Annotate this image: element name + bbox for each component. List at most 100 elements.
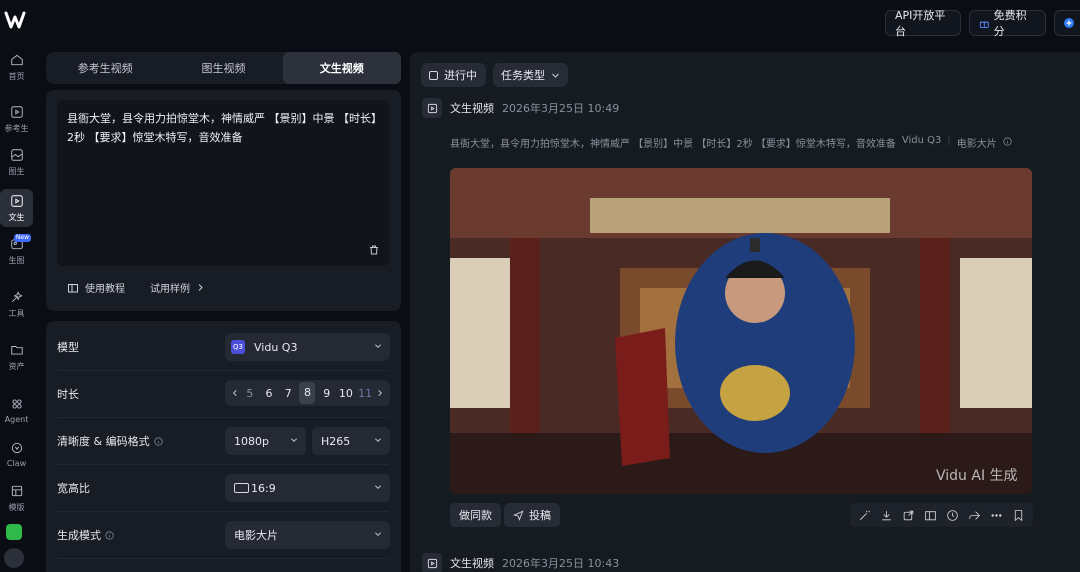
- divider: [57, 464, 389, 465]
- task-type-filter[interactable]: 任务类型: [493, 63, 568, 87]
- nav-image-video[interactable]: 图生: [0, 143, 33, 181]
- nav-label: Claw: [6, 458, 27, 468]
- nav-claw[interactable]: Claw: [0, 435, 33, 473]
- examples-label: 试用样例: [150, 284, 190, 295]
- tutorial-link[interactable]: 使用教程: [67, 280, 125, 295]
- nav-label: Agent: [4, 414, 29, 424]
- task-model: Vidu Q3: [901, 135, 942, 146]
- book-icon: [68, 283, 78, 292]
- nav-assets[interactable]: 资产: [0, 338, 33, 376]
- status-label: 进行中: [444, 69, 477, 82]
- forward-icon[interactable]: [968, 509, 981, 522]
- vidu-logo[interactable]: [3, 8, 27, 32]
- ratio-select[interactable]: 16:9: [225, 474, 390, 502]
- nav-label: 工具: [8, 308, 25, 318]
- left-rail: 首页 参考生 图生 文生 New 生图 工具 资产 Agent Claw 模版: [0, 0, 36, 572]
- task-header: 文生视频 2026年3月25日 10:43: [422, 553, 619, 572]
- mode-label: 生成模式: [57, 529, 101, 542]
- divider: [57, 417, 389, 418]
- tab-reference-video[interactable]: 参考生视频: [46, 52, 164, 84]
- mode-select[interactable]: 电影大片: [225, 521, 390, 549]
- bookmark-icon[interactable]: [1012, 509, 1025, 522]
- duration-option[interactable]: 9: [319, 387, 335, 400]
- nav-label: 图生: [8, 166, 25, 176]
- duration-stepper[interactable]: 5 6 7 8 9 10 11: [225, 380, 390, 406]
- prompt-text: 县衙大堂，县令用力拍惊堂木，神情威严 【景别】中景 【时长】2秒 【要求】惊堂木…: [67, 112, 377, 144]
- nav-label: 资产: [8, 361, 25, 371]
- template-icon: [11, 485, 22, 496]
- folder-icon: [10, 345, 23, 355]
- avatar[interactable]: [4, 548, 24, 568]
- info-icon[interactable]: [153, 436, 163, 446]
- chevron-down-icon: [552, 73, 559, 78]
- agent-icon: [11, 398, 22, 409]
- text-video-icon: [422, 553, 442, 572]
- duration-option[interactable]: 7: [280, 387, 296, 400]
- codec-value: H265: [321, 434, 351, 448]
- task-title: 文生视频: [450, 102, 494, 115]
- text-video-icon: [10, 194, 23, 207]
- task-prompt: 县衙大堂，县令用力拍惊堂木，神情威严 【景别】中景 【时长】2秒 【要求】惊堂木…: [450, 139, 896, 150]
- wechat-icon[interactable]: [6, 524, 22, 540]
- chevron-left-icon[interactable]: [231, 389, 239, 397]
- tutorial-label: 使用教程: [85, 284, 125, 295]
- duration-option[interactable]: 10: [338, 387, 354, 400]
- free-points-button[interactable]: 免费积分: [969, 9, 1046, 38]
- info-icon[interactable]: [1003, 137, 1012, 146]
- nav-tools[interactable]: 工具: [0, 285, 33, 323]
- video-preview[interactable]: Vidu AI 生成: [450, 168, 1032, 494]
- image-video-icon: [10, 148, 23, 161]
- nav-reference-video[interactable]: 参考生: [0, 100, 33, 138]
- ratio-label: 宽高比: [57, 482, 90, 495]
- send-icon: [513, 510, 524, 521]
- duration-option[interactable]: 11: [357, 387, 373, 400]
- api-platform-button[interactable]: API开放平台: [885, 9, 961, 38]
- model-select[interactable]: Q3 Vidu Q3: [225, 333, 390, 361]
- prompt-input[interactable]: 县衙大堂，县令用力拍惊堂木，神情威严 【景别】中景 【时长】2秒 【要求】惊堂木…: [57, 100, 389, 266]
- examples-link[interactable]: 试用样例: [150, 280, 205, 295]
- nav-label: 首页: [8, 71, 25, 81]
- clock-icon[interactable]: [946, 509, 959, 522]
- status-filter[interactable]: 进行中: [421, 63, 486, 87]
- task-time: 2026年3月25日 10:49: [502, 102, 620, 115]
- make-same-button[interactable]: 做同款: [450, 503, 501, 527]
- task-time: 2026年3月25日 10:43: [502, 557, 620, 570]
- download-icon[interactable]: [880, 509, 893, 522]
- nav-agent[interactable]: Agent: [0, 391, 33, 429]
- duration-option[interactable]: 5: [242, 387, 258, 400]
- ratio-value: 16:9: [251, 481, 276, 495]
- chevron-down-icon: [290, 438, 298, 443]
- nav-text-video[interactable]: 文生: [0, 189, 33, 227]
- nav-image-gen[interactable]: New 生图: [0, 232, 33, 270]
- task-prompt-line: 县衙大堂，县令用力拍惊堂木，神情威严 【景别】中景 【时长】2秒 【要求】惊堂木…: [450, 135, 1012, 150]
- claw-icon: [11, 442, 22, 453]
- video-frame: Vidu AI 生成: [450, 168, 1032, 494]
- share-out-icon[interactable]: [902, 509, 915, 522]
- add-button[interactable]: [1054, 10, 1080, 36]
- more-icon[interactable]: [990, 509, 1003, 522]
- model-label: 模型: [57, 341, 79, 354]
- codec-select[interactable]: H265: [312, 427, 390, 455]
- ratio-icon: [234, 483, 249, 493]
- trash-icon[interactable]: [368, 244, 380, 256]
- submit-button[interactable]: 投稿: [504, 503, 560, 527]
- nav-templates[interactable]: 模版: [0, 479, 33, 517]
- api-platform-label: API开放平台: [895, 9, 946, 38]
- chevron-right-icon[interactable]: [376, 389, 384, 397]
- duration-option-selected[interactable]: 8: [299, 382, 316, 404]
- tab-text-video[interactable]: 文生视频: [282, 52, 401, 84]
- result-toolbar: [850, 503, 1033, 527]
- book-icon[interactable]: [924, 509, 937, 522]
- new-badge: New: [13, 234, 31, 242]
- duration-option[interactable]: 6: [261, 387, 277, 400]
- resolution-value: 1080p: [234, 434, 269, 448]
- magic-wand-icon[interactable]: [858, 509, 871, 522]
- model-value: Vidu Q3: [254, 340, 298, 354]
- info-icon[interactable]: [105, 530, 114, 540]
- tab-image-video[interactable]: 图生视频: [164, 52, 282, 84]
- mode-value: 电影大片: [234, 529, 278, 542]
- nav-home[interactable]: 首页: [0, 48, 33, 86]
- nav-label: 文生: [8, 212, 25, 222]
- submit-label: 投稿: [529, 509, 551, 522]
- resolution-select[interactable]: 1080p: [225, 427, 306, 455]
